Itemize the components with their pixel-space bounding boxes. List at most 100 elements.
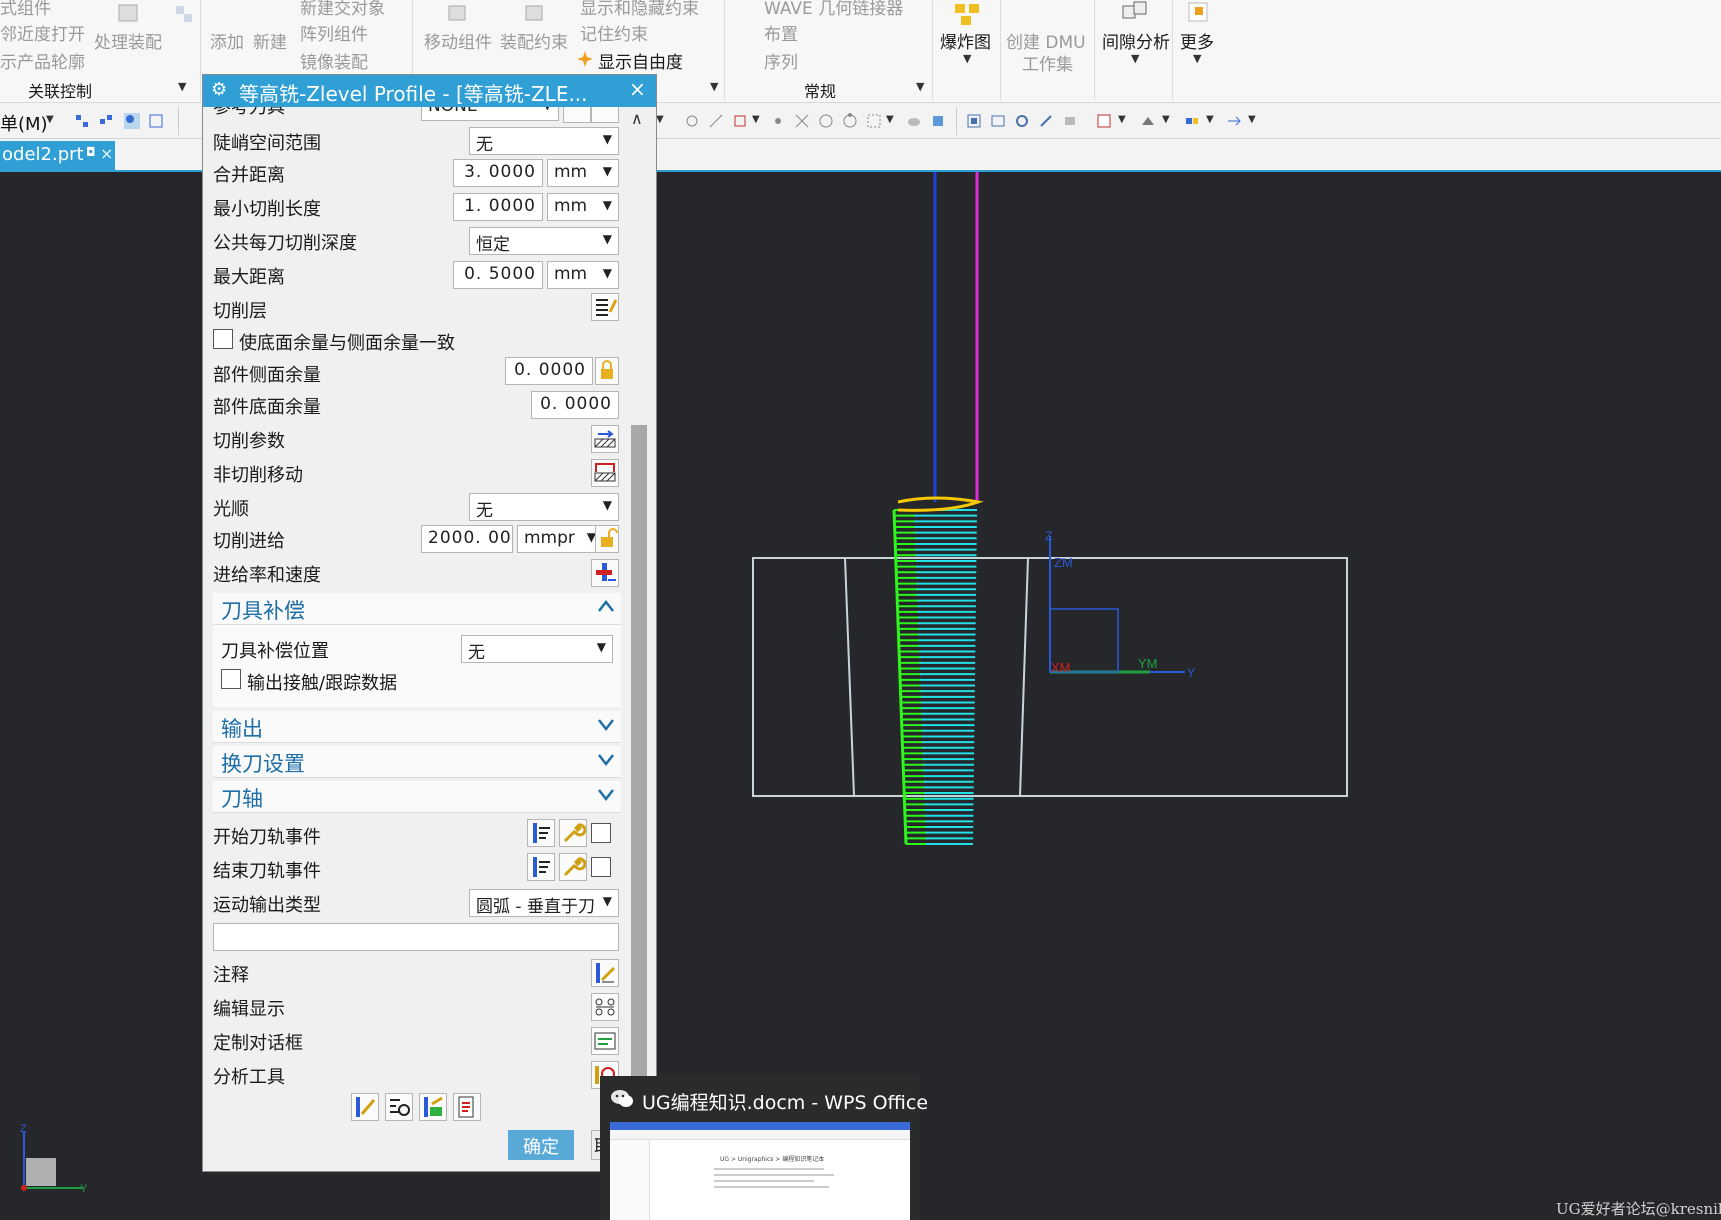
chevron-up-icon[interactable] bbox=[597, 597, 615, 615]
show-hide-dropdown-icon[interactable]: ▼ bbox=[1206, 114, 1214, 125]
chevron-down-icon[interactable] bbox=[597, 750, 615, 768]
selection-filter-icon[interactable] bbox=[74, 113, 90, 129]
ribbon-item-show-product-outline[interactable]: 示产品轮廓 bbox=[0, 48, 85, 73]
section-tool-change[interactable]: 换刀设置 bbox=[213, 746, 621, 778]
dialog-scrollbar[interactable]: ∧ bbox=[623, 107, 655, 1171]
section-tool-axis[interactable]: 刀轴 bbox=[213, 781, 621, 813]
exploded-view-button[interactable]: 爆炸图 bbox=[940, 28, 991, 53]
process-assembly-button[interactable]: 处理装配 bbox=[94, 28, 162, 53]
show-hide-icon[interactable] bbox=[1184, 113, 1200, 129]
min-cut-length-input[interactable]: 1. 0000 bbox=[453, 193, 543, 221]
section-tool-compensation[interactable]: 刀具补偿 bbox=[213, 593, 621, 625]
section-output[interactable]: 输出 bbox=[213, 711, 621, 743]
render-style-icon[interactable] bbox=[1062, 113, 1078, 129]
end-event-checkbox[interactable] bbox=[591, 857, 611, 877]
file-tab-close-icon[interactable]: × bbox=[100, 144, 113, 163]
show-hide-constraint-button[interactable]: 显示和隐藏约束 bbox=[580, 0, 699, 19]
snap-intersect-icon[interactable] bbox=[794, 113, 810, 129]
edit-display-button[interactable] bbox=[591, 993, 619, 1021]
ok-button[interactable]: 确定 bbox=[508, 1130, 574, 1160]
verify-toolpath-button[interactable] bbox=[419, 1093, 447, 1121]
layer-icon[interactable] bbox=[1096, 113, 1112, 129]
more-dropdown-icon[interactable]: ▼ bbox=[1193, 52, 1201, 65]
clearance-dropdown-icon[interactable]: ▼ bbox=[1131, 52, 1139, 65]
replay-toolpath-button[interactable] bbox=[385, 1093, 413, 1121]
end-event-edit-button[interactable] bbox=[527, 853, 555, 881]
snap-quadrant-icon[interactable] bbox=[842, 113, 858, 129]
assembly-filter-icon[interactable] bbox=[98, 113, 114, 129]
group-general-dropdown-icon[interactable]: ▼ bbox=[916, 80, 924, 93]
wave-linker-button[interactable]: WAVE 几何链接器 bbox=[764, 0, 903, 19]
rotate-view-icon[interactable] bbox=[1014, 113, 1030, 129]
cut-feed-input[interactable]: 2000. 000 bbox=[421, 525, 513, 553]
move-object-icon[interactable] bbox=[1226, 113, 1242, 129]
file-tab-pin-icon[interactable]: ◘ bbox=[86, 145, 96, 159]
output-contact-checkbox[interactable] bbox=[221, 669, 241, 689]
max-distance-unit-select[interactable]: mm ▼ bbox=[547, 261, 619, 289]
close-icon[interactable]: × bbox=[629, 77, 646, 101]
snap-point-icon[interactable] bbox=[684, 113, 700, 129]
snap-dropdown-icon[interactable]: ▼ bbox=[752, 114, 760, 125]
dialog-title-bar[interactable]: ⚙ 等高铣-Zlevel Profile - [等高铣-ZLE... × bbox=[203, 75, 656, 107]
snap-mid-icon[interactable] bbox=[732, 113, 748, 129]
exploded-view-dropdown-icon[interactable]: ▼ bbox=[963, 52, 971, 65]
group-constraint-dropdown-icon[interactable]: ▼ bbox=[710, 80, 718, 93]
common-depth-select[interactable]: 恒定 ▼ bbox=[469, 227, 619, 255]
notes-button[interactable] bbox=[591, 959, 619, 987]
min-cut-length-unit-select[interactable]: mm ▼ bbox=[547, 193, 619, 221]
start-event-edit-button[interactable] bbox=[527, 819, 555, 847]
assembly-constraint-button[interactable]: 装配约束 bbox=[500, 28, 568, 53]
start-event-wrench-button[interactable] bbox=[559, 819, 587, 847]
unlock-icon[interactable] bbox=[595, 525, 619, 553]
show-dof-button[interactable]: 显示自由度 bbox=[598, 48, 683, 73]
new-interaction-object-button[interactable]: 新建交对象 bbox=[300, 0, 385, 19]
fit-view-icon[interactable] bbox=[966, 113, 982, 129]
move-object-dropdown-icon[interactable]: ▼ bbox=[1248, 114, 1256, 125]
layout-button[interactable]: 布置 bbox=[764, 20, 798, 45]
taskbar-preview-popup[interactable]: UG编程知识.docm - WPS Office UG > Unigraphic… bbox=[600, 1076, 928, 1220]
description-input[interactable] bbox=[213, 923, 619, 951]
add-component-button[interactable]: 添加 bbox=[210, 28, 244, 53]
scrollbar-thumb[interactable] bbox=[631, 425, 647, 1125]
cut-levels-button[interactable] bbox=[591, 293, 619, 321]
view-cube-icon[interactable] bbox=[930, 113, 946, 129]
document-thumbnail[interactable]: UG > Unigraphics > 编程知识笔记本 bbox=[610, 1122, 910, 1220]
list-toolpath-button[interactable] bbox=[453, 1093, 481, 1121]
merge-distance-input[interactable]: 3. 0000 bbox=[453, 159, 543, 187]
grid-filter-icon[interactable] bbox=[148, 113, 164, 129]
snap-end-icon[interactable] bbox=[708, 113, 724, 129]
snap-filter-icon[interactable] bbox=[124, 113, 140, 129]
ribbon-item-open-by-proximity[interactable]: 邻近度打开 bbox=[0, 20, 85, 45]
end-event-wrench-button[interactable] bbox=[559, 853, 587, 881]
max-distance-input[interactable]: 0. 5000 bbox=[453, 261, 543, 289]
tool-comp-position-select[interactable]: 无 ▼ bbox=[461, 635, 613, 663]
cut-feed-unit-select[interactable]: mmpr ▼ bbox=[517, 525, 603, 553]
cutting-params-button[interactable] bbox=[591, 425, 619, 453]
new-component-button[interactable]: 新建 bbox=[253, 28, 287, 53]
filter-dropdown-icon[interactable]: ▼ bbox=[656, 114, 664, 125]
pan-view-icon[interactable] bbox=[1038, 113, 1054, 129]
sequence-button[interactable]: 序列 bbox=[764, 48, 798, 73]
display-tool-icon[interactable] bbox=[591, 107, 619, 123]
array-component-button[interactable]: 阵列组件 bbox=[300, 20, 368, 45]
lock-icon[interactable] bbox=[595, 357, 619, 385]
snap-control-icon[interactable] bbox=[770, 113, 786, 129]
menu-button[interactable]: 单(M) bbox=[0, 110, 48, 136]
layer-dropdown-icon[interactable]: ▼ bbox=[1118, 114, 1126, 125]
motion-output-select[interactable]: 圆弧 - 垂直于刀 ▼ bbox=[469, 889, 619, 917]
ref-tool-select[interactable]: NONE▼ bbox=[421, 107, 559, 121]
zoom-view-icon[interactable] bbox=[990, 113, 1006, 129]
smoothing-select[interactable]: 无 ▼ bbox=[469, 493, 619, 521]
part-floor-stock-input[interactable]: 0. 0000 bbox=[531, 391, 619, 419]
snap-center-icon[interactable] bbox=[818, 113, 834, 129]
snap-box-dropdown-icon[interactable]: ▼ bbox=[886, 114, 894, 125]
edit-section-icon[interactable] bbox=[1140, 113, 1156, 129]
group-association-dropdown-icon[interactable]: ▼ bbox=[178, 80, 186, 93]
chevron-down-icon[interactable] bbox=[597, 785, 615, 803]
more-button[interactable]: 更多 bbox=[1180, 28, 1214, 53]
chevron-down-icon[interactable] bbox=[597, 715, 615, 733]
steep-range-select[interactable]: 无 ▼ bbox=[469, 127, 619, 155]
section-dropdown-icon[interactable]: ▼ bbox=[1162, 114, 1170, 125]
view-shaded-icon[interactable] bbox=[906, 113, 922, 129]
feeds-speeds-button[interactable] bbox=[591, 559, 619, 587]
